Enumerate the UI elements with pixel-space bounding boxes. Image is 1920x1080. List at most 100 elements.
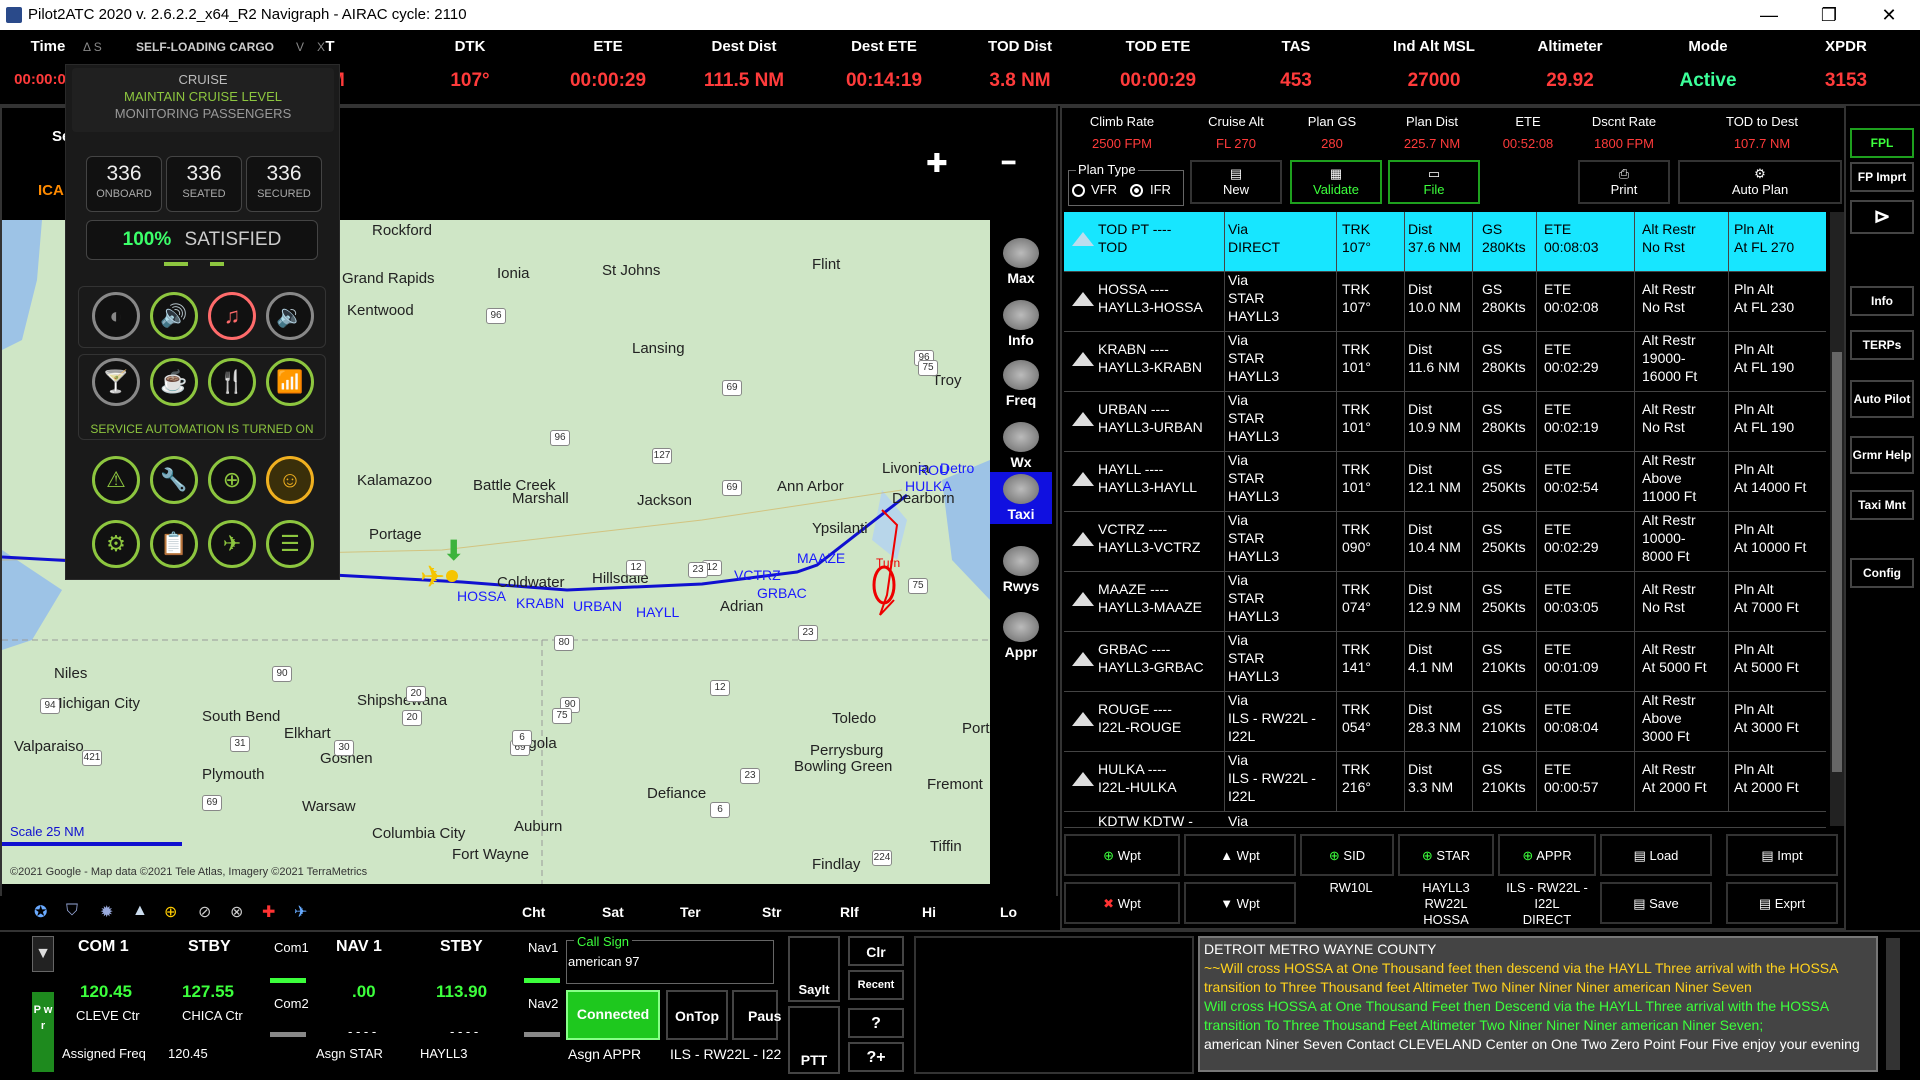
file-plan-button[interactable]: ▭ File xyxy=(1388,160,1480,204)
help-plus-button[interactable]: ?+ xyxy=(848,1042,904,1072)
clipboard-button[interactable]: 📋 xyxy=(150,520,198,568)
move-up-icon[interactable] xyxy=(1072,772,1094,786)
restore-button[interactable]: ❐ xyxy=(1806,2,1852,28)
speech-input-area[interactable] xyxy=(914,936,1194,1074)
gear-icon[interactable]: ✹ xyxy=(100,902,113,922)
no-fly-icon[interactable]: ⊘ xyxy=(198,902,211,922)
auto-pilot-button[interactable]: Auto Pilot xyxy=(1850,380,1914,418)
taxi-mnt-button[interactable]: Taxi Mnt xyxy=(1850,490,1914,520)
flight-button[interactable]: ✈ xyxy=(208,520,256,568)
coffee-service-button[interactable]: ☕ xyxy=(150,358,198,406)
move-up-icon[interactable] xyxy=(1072,292,1094,306)
music-button[interactable]: ♫ xyxy=(208,292,256,340)
layer-icon[interactable]: ✪ xyxy=(34,902,47,922)
mountain-icon[interactable]: ▲ xyxy=(132,902,148,920)
rwys-tool-button[interactable]: Rwys xyxy=(990,544,1052,596)
drinks-service-button[interactable]: 🍸 xyxy=(92,358,140,406)
new-plan-button[interactable]: ▤ New xyxy=(1190,160,1282,204)
move-up-icon[interactable] xyxy=(1072,532,1094,546)
waypoint-row[interactable]: MAAZE ---- HAYLL3-MAAZE Via STAR HAYLL3 TRK 07… xyxy=(1064,572,1826,632)
airport-red-icon[interactable]: ✚ xyxy=(262,902,275,922)
map-tab-ter[interactable]: Ter xyxy=(680,904,701,920)
waypoint-row[interactable]: ROUGE ---- I22L-ROUGE Via ILS - RW22L - I22L… xyxy=(1064,692,1826,752)
direct-to-icon[interactable]: ⊳ xyxy=(1850,200,1914,234)
com1-stby-freq[interactable]: 127.55 xyxy=(182,982,234,1002)
vor-icon[interactable]: ⊕ xyxy=(164,902,177,922)
connect-button[interactable]: Connected xyxy=(566,990,660,1040)
map-tab-hi[interactable]: Hi xyxy=(922,904,936,920)
sid-button[interactable]: ⊕ SID xyxy=(1300,834,1394,876)
log-button[interactable]: ☰ xyxy=(266,520,314,568)
com1-active-freq[interactable]: 120.45 xyxy=(80,982,132,1002)
export-plan-button[interactable]: ▤ Exprt xyxy=(1726,882,1838,924)
move-up-icon[interactable] xyxy=(1072,412,1094,426)
move-down-waypoint-button[interactable]: ▼ Wpt xyxy=(1184,882,1296,924)
crew-button[interactable]: ☺ xyxy=(266,456,314,504)
close-button[interactable]: ✕ xyxy=(1866,2,1912,28)
waypoint-row[interactable]: VCTRZ ---- HAYLL3-VCTRZ Via STAR HAYLL3 TRK 09… xyxy=(1064,512,1826,572)
taxi-tool-button[interactable]: Taxi xyxy=(990,472,1052,524)
move-up-icon[interactable] xyxy=(1072,352,1094,366)
grmr-help-button[interactable]: Grmr Help xyxy=(1850,436,1914,474)
validate-button[interactable]: ▦ Validate xyxy=(1290,160,1382,204)
map-tab-lo[interactable]: Lo xyxy=(1000,904,1017,920)
maintenance-button[interactable]: 🔧 xyxy=(150,456,198,504)
max-tool-button[interactable]: Max xyxy=(990,236,1052,288)
terps-button[interactable]: TERPs xyxy=(1850,330,1914,360)
waypoint-row[interactable]: HAYLL ---- HAYLL3-HAYLL Via STAR HAYLL3 TRK 10… xyxy=(1064,452,1826,512)
move-up-icon[interactable] xyxy=(1072,472,1094,486)
print-button[interactable]: ⎙ Print xyxy=(1578,160,1670,204)
move-up-icon[interactable] xyxy=(1072,592,1094,606)
radio-collapse-button[interactable]: ▼ xyxy=(32,936,54,972)
waypoint-row[interactable]: URBAN ---- HAYLL3-URBAN Via STAR HAYLL3 TRK 10… xyxy=(1064,392,1826,452)
waypoint-row[interactable]: GRBAC ---- HAYLL3-GRBAC Via STAR HAYLL3 TRK 14… xyxy=(1064,632,1826,692)
ptt-button[interactable]: PTT xyxy=(788,1006,840,1074)
map-tab-sat[interactable]: Sat xyxy=(602,904,624,920)
waypoint-row[interactable]: HOSSA ---- HAYLL3-HOSSA Via STAR HAYLL3 TRK 10… xyxy=(1064,272,1826,332)
wx-tool-button[interactable]: Wx xyxy=(990,420,1052,472)
volume-button[interactable]: 🔉 xyxy=(266,292,314,340)
airport-blue-icon[interactable]: ✈ xyxy=(294,902,307,922)
import-plan-button[interactable]: ▤ Impt xyxy=(1726,834,1838,876)
waypoint-row[interactable]: HULKA ---- I22L-HULKA Via ILS - RW22L - I22L… xyxy=(1064,752,1826,812)
fpl-button[interactable]: FPL xyxy=(1850,128,1914,158)
callsign-value[interactable]: american 97 xyxy=(568,954,640,969)
map-tab-cht[interactable]: Cht xyxy=(522,904,545,920)
announcement-button[interactable]: 🔊 xyxy=(150,292,198,340)
zoom-in-button[interactable]: ✚ xyxy=(926,148,948,179)
ifr-radio[interactable] xyxy=(1130,184,1143,197)
nav2-select-bar[interactable] xyxy=(524,1032,560,1037)
shield-icon[interactable]: ⛉ xyxy=(66,902,78,920)
add-waypoint-button[interactable]: ⊕ Wpt xyxy=(1064,834,1180,876)
pause-button[interactable]: Paus xyxy=(732,990,781,1040)
save-plan-button[interactable]: ▤ Save xyxy=(1600,882,1712,924)
appr-button[interactable]: ⊕ APPR xyxy=(1498,834,1596,876)
recent-button[interactable]: Recent xyxy=(848,970,904,1000)
seatbelt-sign-button[interactable]: ◐ xyxy=(92,292,140,340)
cargo-close-button[interactable]: X xyxy=(317,40,325,54)
minimize-button[interactable]: — xyxy=(1746,2,1792,28)
settings-gear-icon[interactable]: ⚙ xyxy=(92,520,140,568)
com2-select-bar[interactable] xyxy=(270,1032,306,1037)
sayit-button[interactable]: SayIt xyxy=(788,936,840,1002)
zoom-out-button[interactable]: ━ xyxy=(1002,150,1015,176)
info-tool-button[interactable]: Info xyxy=(990,298,1052,350)
load-plan-button[interactable]: ▤ Load xyxy=(1600,834,1712,876)
star-button[interactable]: ⊕ STAR xyxy=(1398,834,1494,876)
vfr-radio[interactable] xyxy=(1072,184,1085,197)
freq-tool-button[interactable]: Freq xyxy=(990,358,1052,410)
info-button[interactable]: Info xyxy=(1850,286,1914,316)
clear-button[interactable]: Clr xyxy=(848,936,904,966)
nav1-select-bar[interactable] xyxy=(524,978,560,983)
move-up-icon[interactable] xyxy=(1072,712,1094,726)
waypoint-row-partial[interactable]: KDTW KDTW - Via xyxy=(1064,812,1826,828)
compass-icon[interactable]: ⊗ xyxy=(230,902,243,922)
waypoint-row[interactable]: KRABN ---- HAYLL3-KRABN Via STAR HAYLL3 TRK 10… xyxy=(1064,332,1826,392)
com1-select-bar[interactable] xyxy=(270,978,306,983)
nav1-active-freq[interactable]: .00 xyxy=(352,982,376,1002)
nav1-stby-freq[interactable]: 113.90 xyxy=(436,982,487,1002)
map-tab-str[interactable]: Str xyxy=(762,904,781,920)
appr-tool-button[interactable]: Appr xyxy=(990,610,1052,662)
warning-button[interactable]: ⚠ xyxy=(92,456,140,504)
cargo-v-button[interactable]: V xyxy=(296,40,304,54)
